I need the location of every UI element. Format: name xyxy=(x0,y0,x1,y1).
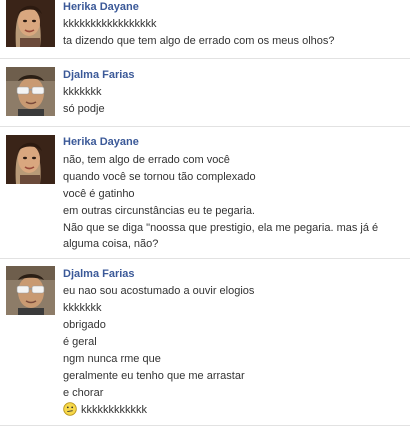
message-group: Herika Dayane não, tem algo de errado co… xyxy=(0,127,410,257)
avatar[interactable] xyxy=(6,266,55,315)
message-line: é geral xyxy=(63,336,97,348)
message-group: Herika Dayane kkkkkkkkkkkkkkkkk ta dizen… xyxy=(0,0,410,52)
author-name[interactable]: Herika Dayane xyxy=(63,135,139,149)
message-group: Djalma Farias eu nao sou acostumado a ou… xyxy=(0,259,410,427)
message-body: kkkkkkkkkkkkkkkkk ta dizendo que tem alg… xyxy=(63,16,405,50)
message-line-text: kkkkkkkkkkkk xyxy=(81,404,147,416)
message-line: não, tem algo de errado com você xyxy=(63,154,230,166)
divider xyxy=(0,425,410,426)
message-line: kkkkkkk xyxy=(63,86,102,98)
message-line: quando você se tornou tão complexado xyxy=(63,171,256,183)
author-name[interactable]: Djalma Farias xyxy=(63,68,135,82)
avatar[interactable] xyxy=(6,67,55,116)
confused-face-icon xyxy=(63,402,77,416)
avatar-photo-djalma xyxy=(6,266,55,315)
message-line: e chorar xyxy=(63,387,104,399)
message-group: Djalma Farias kkkkkkk só podje xyxy=(0,59,410,125)
avatar[interactable] xyxy=(6,135,55,184)
message-line: em outras circunstâncias eu te pegaria. xyxy=(63,205,255,217)
message-line: só podje xyxy=(63,103,105,115)
author-name[interactable]: Herika Dayane xyxy=(63,0,139,14)
message-body: não, tem algo de errado com você quando … xyxy=(63,152,405,252)
message-body: kkkkkkk só podje xyxy=(63,84,405,118)
message-line: você é gatinho xyxy=(63,188,135,200)
avatar-photo-herika xyxy=(6,0,55,47)
message-line: obrigado xyxy=(63,319,106,331)
avatar[interactable] xyxy=(6,0,55,47)
author-name[interactable]: Djalma Farias xyxy=(63,267,135,281)
message-line-with-emoticon: kkkkkkkkkkkk xyxy=(63,402,405,419)
message-line: Não que se diga "noossa que prestigio, e… xyxy=(63,222,379,250)
message-line: eu nao sou acostumado a ouvir elogios xyxy=(63,285,255,297)
message-line: kkkkkkk xyxy=(63,302,102,314)
message-line: ngm nunca rme que xyxy=(63,353,161,365)
message-body: eu nao sou acostumado a ouvir elogios kk… xyxy=(63,283,405,419)
message-line: kkkkkkkkkkkkkkkkk xyxy=(63,18,157,30)
chat-thread: Herika Dayane kkkkkkkkkkkkkkkkk ta dizen… xyxy=(0,0,410,427)
message-line: ta dizendo que tem algo de errado com os… xyxy=(63,35,335,47)
avatar-photo-herika xyxy=(6,135,55,184)
avatar-photo-djalma xyxy=(6,67,55,116)
message-line: geralmente eu tenho que me arrastar xyxy=(63,370,245,382)
